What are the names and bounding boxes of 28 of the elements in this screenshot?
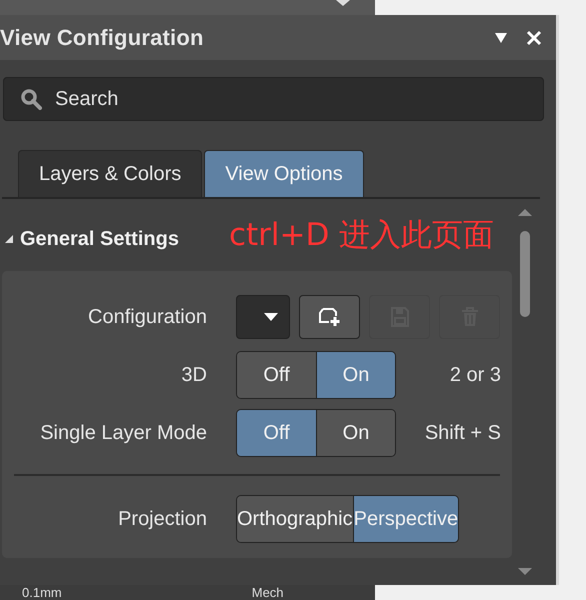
setting-label: 3D (180, 364, 207, 386)
caret-icon (494, 32, 508, 44)
table-cell: 0.1mm (22, 585, 62, 600)
option-button[interactable]: On (316, 410, 395, 456)
tab[interactable]: Layers & Colors (18, 150, 202, 197)
table-cell: Mech (252, 585, 284, 600)
option-button[interactable]: On (316, 352, 395, 398)
caret-icon (336, 0, 350, 6)
setting-label: Configuration (87, 306, 207, 328)
annotation-text: ctrl+D 进入此页面 (228, 216, 494, 255)
window-title: View Configuration (0, 24, 204, 50)
option-button[interactable]: Off (237, 410, 316, 456)
caret-icon (263, 312, 279, 322)
section-header[interactable]: General Settings (2, 220, 179, 250)
option-button[interactable]: Orthographic (237, 496, 353, 542)
setting-label: Single Layer Mode (39, 422, 207, 444)
shortcut-text: 2 or 3 (448, 364, 501, 386)
new-config-icon (318, 305, 342, 329)
scrollbar[interactable] (518, 209, 531, 575)
tab[interactable]: View Options (204, 150, 364, 197)
configuration-dropdown[interactable] (236, 295, 290, 339)
shortcut-text: Shift + S (424, 422, 501, 444)
close-icon (526, 30, 542, 46)
setting-label: Projection (117, 508, 207, 530)
option-button[interactable]: Off (237, 352, 316, 398)
add-button[interactable] (299, 295, 360, 339)
option-button[interactable]: Perspective (352, 496, 458, 542)
search-field[interactable]: Search (3, 77, 544, 121)
